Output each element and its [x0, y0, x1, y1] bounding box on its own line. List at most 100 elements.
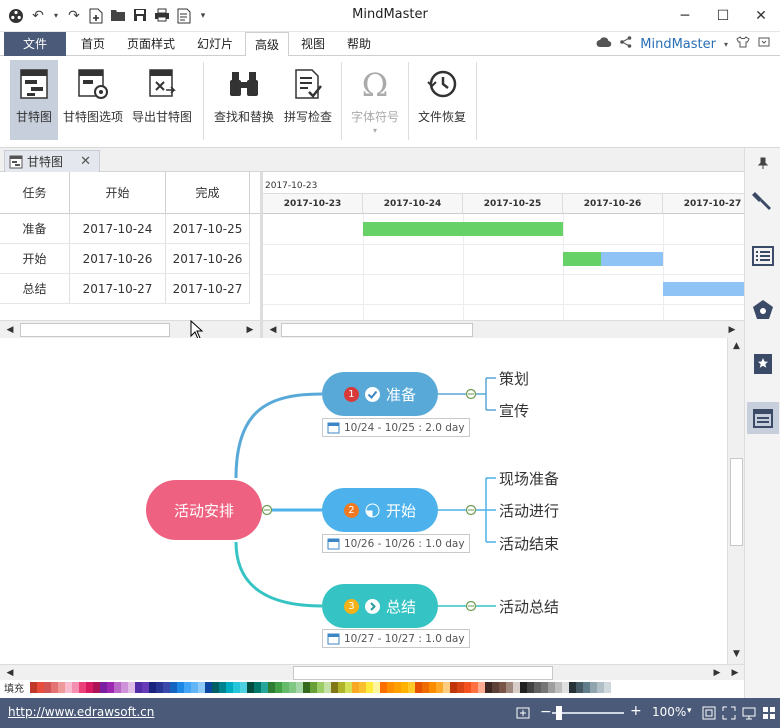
scroll-up-icon[interactable]: ▲: [730, 340, 743, 353]
scroll-right-icon[interactable]: ▶: [243, 323, 257, 337]
color-swatch[interactable]: [289, 681, 296, 693]
color-swatch[interactable]: [310, 681, 317, 693]
main-topic-summary[interactable]: 3 总结: [322, 584, 438, 628]
chart-hscrollbar[interactable]: ◀ ▶: [263, 320, 744, 338]
color-swatch[interactable]: [247, 681, 254, 693]
color-swatch[interactable]: [254, 681, 261, 693]
scroll-thumb[interactable]: [293, 666, 553, 680]
export-icon[interactable]: [176, 8, 192, 24]
color-swatch[interactable]: [37, 681, 44, 693]
color-swatch[interactable]: [541, 681, 548, 693]
gantt-options-button[interactable]: 甘特图选项: [60, 60, 126, 140]
scroll-left-icon[interactable]: ◀: [3, 323, 17, 337]
zoom-in-icon[interactable]: +: [630, 703, 642, 719]
color-swatch[interactable]: [429, 681, 436, 693]
brand-account[interactable]: MindMaster: [640, 37, 716, 52]
color-swatch[interactable]: [345, 681, 352, 693]
website-link[interactable]: http://www.edrawsoft.cn: [8, 705, 154, 719]
fit-page-icon[interactable]: [516, 706, 530, 720]
color-swatch[interactable]: [611, 681, 618, 693]
color-swatch[interactable]: [485, 681, 492, 693]
table-cell-task[interactable]: 准备: [0, 214, 70, 244]
table-cell-start[interactable]: 2017-10-24: [70, 214, 166, 244]
canvas-hscrollbar[interactable]: ◀ ▶ ▶: [0, 664, 744, 680]
spellcheck-button[interactable]: 拼写检查: [280, 60, 336, 140]
gantt-panel-icon[interactable]: [747, 402, 779, 434]
color-swatch[interactable]: [338, 681, 345, 693]
format-brush-icon[interactable]: [747, 184, 779, 216]
color-swatch[interactable]: [219, 681, 226, 693]
scroll-right-icon[interactable]: ▶: [728, 666, 742, 680]
color-swatch[interactable]: [135, 681, 142, 693]
color-swatch[interactable]: [380, 681, 387, 693]
color-swatch[interactable]: [359, 681, 366, 693]
ribbon-toggle-icon[interactable]: [758, 36, 770, 52]
color-swatch[interactable]: [499, 681, 506, 693]
color-swatch[interactable]: [205, 681, 212, 693]
tab-advanced[interactable]: 高级: [245, 32, 289, 57]
column-header-start[interactable]: 开始: [70, 172, 166, 214]
color-swatch[interactable]: [317, 681, 324, 693]
file-recovery-button[interactable]: 文件恢复: [412, 60, 472, 140]
table-hscrollbar[interactable]: ◀ ▶: [0, 320, 260, 338]
subtopic[interactable]: 活动结束: [499, 533, 559, 554]
color-swatch[interactable]: [394, 681, 401, 693]
marker-icon[interactable]: [747, 348, 779, 380]
color-swatch[interactable]: [492, 681, 499, 693]
table-cell-start[interactable]: 2017-10-27: [70, 274, 166, 304]
subtopic[interactable]: 活动进行: [499, 500, 559, 521]
color-swatch[interactable]: [443, 681, 450, 693]
color-swatch[interactable]: [464, 681, 471, 693]
scroll-right-icon[interactable]: ▶: [725, 323, 739, 337]
app-logo-icon[interactable]: [8, 8, 24, 24]
cloud-icon[interactable]: [596, 36, 612, 52]
open-icon[interactable]: [110, 8, 126, 24]
chevron-down-icon[interactable]: ▾: [346, 126, 404, 135]
tab-view[interactable]: 视图: [292, 32, 334, 56]
tab-file[interactable]: 文件: [4, 32, 66, 56]
presentation-icon[interactable]: [742, 706, 756, 720]
color-swatch[interactable]: [114, 681, 121, 693]
table-cell-start[interactable]: 2017-10-26: [70, 244, 166, 274]
color-swatch[interactable]: [513, 681, 520, 693]
color-swatch[interactable]: [408, 681, 415, 693]
color-swatch[interactable]: [527, 681, 534, 693]
color-swatch[interactable]: [261, 681, 268, 693]
color-swatch[interactable]: [177, 681, 184, 693]
full-screen-icon[interactable]: [722, 706, 736, 720]
color-swatch[interactable]: [107, 681, 114, 693]
scroll-thumb[interactable]: [281, 323, 473, 337]
canvas-vscrollbar[interactable]: ▲ ▼: [727, 338, 744, 664]
color-swatch[interactable]: [191, 681, 198, 693]
color-swatch[interactable]: [555, 681, 562, 693]
color-swatch[interactable]: [352, 681, 359, 693]
color-swatch[interactable]: [583, 681, 590, 693]
color-swatch[interactable]: [597, 681, 604, 693]
color-swatch[interactable]: [275, 681, 282, 693]
color-swatch[interactable]: [170, 681, 177, 693]
save-icon[interactable]: [132, 8, 148, 24]
color-swatch[interactable]: [506, 681, 513, 693]
find-replace-button[interactable]: 查找和替换: [210, 60, 278, 140]
close-button[interactable]: ✕: [746, 4, 776, 28]
color-swatch[interactable]: [401, 681, 408, 693]
color-swatch[interactable]: [128, 681, 135, 693]
dropdown-icon[interactable]: ▾: [52, 8, 60, 24]
color-swatch[interactable]: [450, 681, 457, 693]
color-swatch[interactable]: [212, 681, 219, 693]
fit-window-icon[interactable]: [702, 706, 716, 720]
maximize-button[interactable]: ☐: [708, 4, 738, 28]
color-swatch[interactable]: [163, 681, 170, 693]
color-swatch[interactable]: [457, 681, 464, 693]
task-date-box[interactable]: 10/27 - 10/27 : 1.0 day: [322, 629, 470, 648]
gantt-bar-start-done[interactable]: [563, 252, 601, 266]
color-swatch[interactable]: [240, 681, 247, 693]
scroll-left-icon[interactable]: ◀: [266, 323, 280, 337]
table-cell-task[interactable]: 开始: [0, 244, 70, 274]
pin-icon[interactable]: [747, 152, 779, 174]
gantt-button[interactable]: 甘特图: [10, 60, 58, 140]
more-icon[interactable]: ▾: [198, 8, 208, 24]
chevron-down-icon[interactable]: ▾: [687, 706, 692, 716]
gantt-bar-prepare[interactable]: [363, 222, 563, 236]
share-icon[interactable]: [620, 36, 632, 52]
